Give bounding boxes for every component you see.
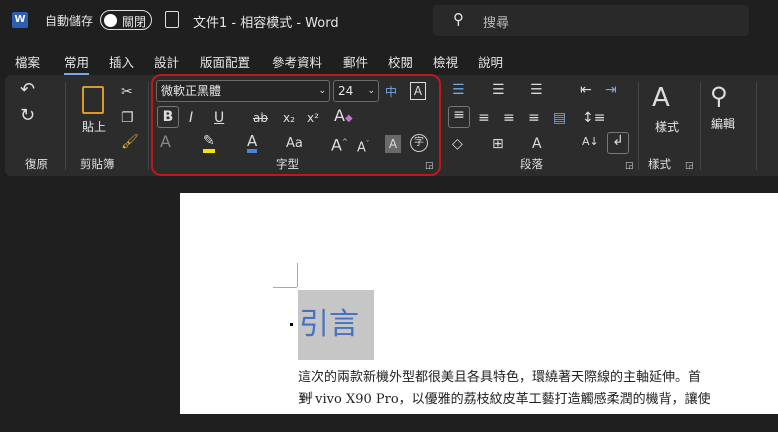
tab-layout[interactable]: 版面配置	[200, 52, 250, 71]
paragraph-mark-bullet	[290, 323, 293, 326]
align-center-icon[interactable]: ≡	[478, 110, 490, 126]
group-label-clipboard: 剪貼簿	[80, 157, 115, 171]
distributed-icon[interactable]: ▤	[553, 110, 566, 126]
cut-icon[interactable]: ✂	[121, 84, 133, 100]
autosave-state: 關閉	[122, 15, 147, 29]
sort-icon[interactable]: A↓	[582, 134, 599, 150]
heading-text: 引言	[299, 307, 359, 342]
styles-dialog-launcher-icon[interactable]: ◲	[685, 158, 694, 174]
search-icon: ⚲	[453, 10, 464, 28]
decrease-indent-icon[interactable]: ⇤	[580, 82, 592, 98]
copy-icon[interactable]: ❐	[121, 110, 134, 126]
group-label-paragraph: 段落	[520, 157, 543, 171]
styles-button[interactable]: 樣式	[655, 118, 679, 135]
document-heading[interactable]: 引言↵	[298, 290, 374, 409]
tab-mailings[interactable]: 郵件	[343, 52, 368, 71]
tab-view[interactable]: 檢視	[433, 52, 458, 71]
title-bar: W 自動儲存 關閉 文件1 - 相容模式 - Word ⚲ 搜尋	[0, 0, 778, 42]
document-title: 文件1 - 相容模式 - Word	[193, 16, 339, 31]
save-icon[interactable]	[165, 11, 179, 28]
borders-icon[interactable]: ⊞	[492, 136, 504, 152]
autosave-label: 自動儲存	[45, 14, 94, 28]
margin-corner-mark	[297, 263, 298, 287]
paste-icon[interactable]	[82, 86, 104, 114]
format-painter-icon[interactable]: 🖌	[121, 134, 139, 150]
increase-indent-icon[interactable]: ⇥	[605, 82, 617, 98]
font-group-highlight	[151, 74, 441, 176]
align-left-button[interactable]: ≡	[448, 106, 470, 128]
paste-label[interactable]: 貼上	[82, 118, 106, 135]
undo-icon[interactable]: ↶	[20, 81, 35, 99]
show-marks-button[interactable]: ↲	[607, 132, 629, 154]
redo-icon[interactable]: ↻	[20, 107, 35, 125]
align-right-icon[interactable]: ≡	[503, 110, 515, 126]
word-logo-icon: W	[12, 12, 28, 28]
body-line-2[interactable]: 到 vivo X90 Pro，以優雅的荔枝紋皮革工藝打造觸感柔潤的機背，讓使	[298, 388, 711, 407]
search-placeholder: 搜尋	[483, 16, 510, 31]
margin-corner-mark	[273, 287, 297, 288]
editing-button[interactable]: 編輯	[711, 115, 735, 132]
group-label-undo: 復原	[25, 157, 48, 171]
tab-design[interactable]: 設計	[154, 52, 179, 71]
body-line-1[interactable]: 這次的兩款新機外型都很美且各具特色，環繞著天際線的主軸延伸。首	[298, 366, 701, 385]
group-label-styles: 樣式	[648, 157, 671, 171]
shading-icon[interactable]: ◇	[452, 136, 463, 152]
bullets-icon[interactable]: ☰	[452, 82, 465, 98]
multilevel-list-icon[interactable]: ☰	[530, 82, 543, 98]
justify-icon[interactable]: ≡	[528, 110, 540, 126]
tab-review[interactable]: 校閱	[388, 52, 413, 71]
numbering-icon[interactable]: ☰	[492, 82, 505, 98]
autosave-toggle[interactable]: 關閉	[100, 10, 152, 30]
styles-icon[interactable]: A	[652, 84, 670, 112]
tab-home[interactable]: 常用	[64, 52, 90, 75]
tab-file[interactable]: 檔案	[15, 52, 40, 71]
tab-insert[interactable]: 插入	[109, 52, 134, 71]
paragraph-dialog-launcher-icon[interactable]: ◲	[625, 158, 634, 174]
asian-layout-icon[interactable]: A	[532, 136, 542, 152]
tab-references[interactable]: 參考資料	[272, 52, 322, 71]
find-icon[interactable]: ⚲	[710, 82, 728, 110]
line-spacing-icon[interactable]: ↕≡	[582, 110, 605, 126]
search-box[interactable]: ⚲ 搜尋	[433, 5, 749, 36]
tab-help[interactable]: 說明	[478, 52, 503, 71]
